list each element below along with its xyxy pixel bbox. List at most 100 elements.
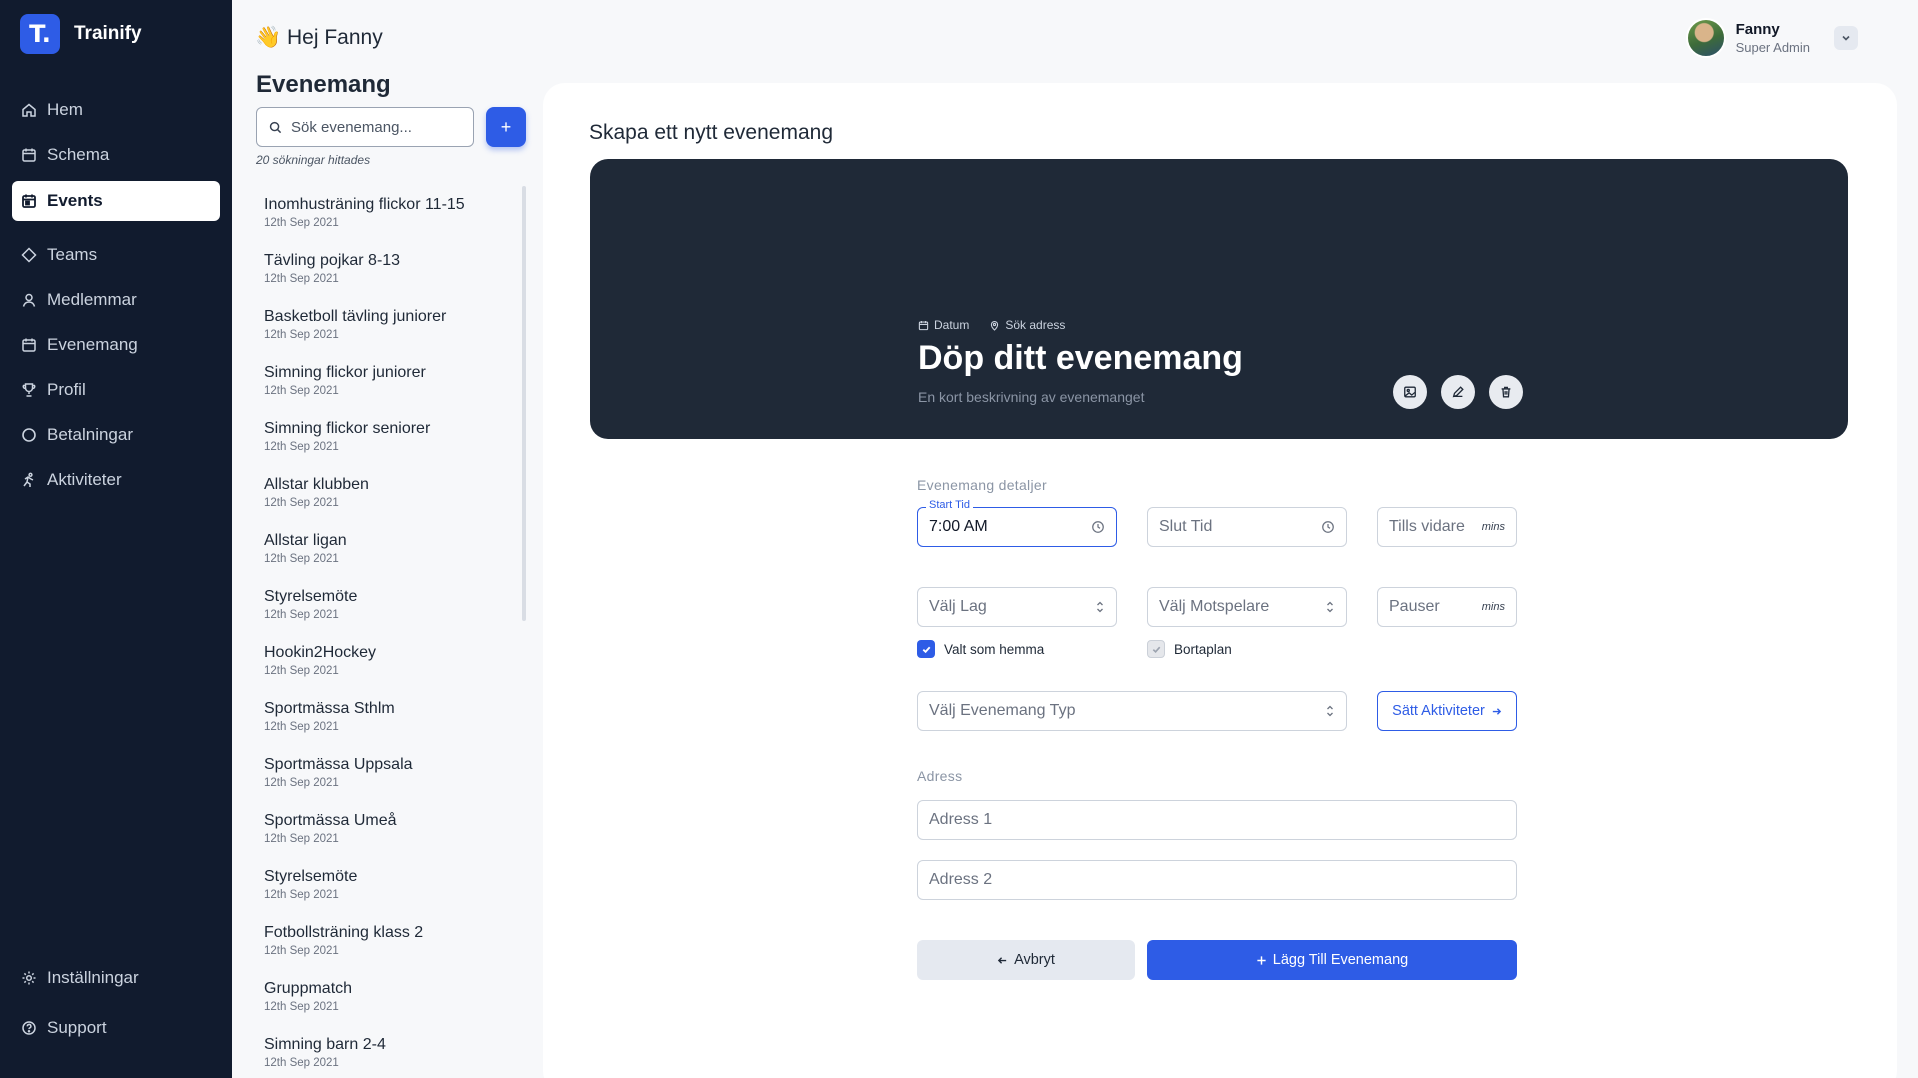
event-type-select[interactable]: Välj Evenemang Typ [917, 691, 1347, 731]
event-item-date: 12th Sep 2021 [264, 945, 339, 957]
event-list-item[interactable]: Simning flickor seniorer 12th Sep 2021 [264, 420, 514, 476]
scrollbar[interactable] [522, 186, 526, 621]
pencil-icon [1452, 386, 1464, 398]
nav-label: Profil [47, 380, 86, 399]
circle-icon [22, 428, 36, 442]
set-activities-button[interactable]: Sätt Aktiviteter [1377, 691, 1517, 731]
event-list-item[interactable]: Styrelsemöte 12th Sep 2021 [264, 868, 514, 924]
event-item-date: 12th Sep 2021 [264, 665, 339, 677]
nav-item-betalningar[interactable]: Betalningar [12, 415, 220, 455]
trash-icon [1501, 386, 1511, 398]
event-item-title: Styrelsemöte [264, 588, 358, 605]
event-list-item[interactable]: Sportmässa Umeå 12th Sep 2021 [264, 812, 514, 868]
events-list-title: Evenemang [256, 71, 391, 98]
event-list-item[interactable]: Hookin2Hockey 12th Sep 2021 [264, 644, 514, 700]
breaks-suffix: mins [1481, 601, 1505, 613]
nav-item-teams[interactable]: Teams [12, 235, 220, 275]
clock-icon [1322, 521, 1334, 533]
duration-field[interactable]: Tills vidare mins [1377, 507, 1517, 547]
event-list-item[interactable]: Gruppmatch 12th Sep 2021 [264, 980, 514, 1036]
add-event-submit-button[interactable]: Lägg Till Evenemang [1147, 940, 1517, 980]
opponent-select[interactable]: Välj Motspelare [1147, 587, 1347, 627]
add-event-button[interactable]: + [486, 107, 526, 147]
event-item-date: 12th Sep 2021 [264, 553, 339, 565]
team-select[interactable]: Välj Lag [917, 587, 1117, 627]
event-item-title: Hookin2Hockey [264, 644, 377, 661]
event-list-item[interactable]: Simning flickor juniorer 12th Sep 2021 [264, 364, 514, 420]
user-menu[interactable]: Fanny Super Admin [1685, 18, 1858, 58]
breaks-field[interactable]: Pauser mins [1377, 587, 1517, 627]
avatar[interactable] [1685, 18, 1726, 58]
nav-label: Events [47, 191, 103, 210]
nav-item-profil[interactable]: Profil [12, 370, 220, 410]
cancel-button[interactable]: Avbryt [917, 940, 1135, 980]
event-description[interactable]: En kort beskrivning av evenemanget [918, 389, 1144, 405]
nav-label: Teams [47, 245, 98, 264]
start-time-field[interactable]: Start Tid 7:00 AM [917, 499, 1117, 547]
nav-item-support[interactable]: Support [12, 1008, 220, 1048]
calendar-icon [22, 338, 36, 352]
help-icon [22, 1021, 36, 1035]
details-section-label: Evenemang detaljer [917, 477, 1047, 493]
address1-field[interactable]: Adress 1 [917, 800, 1517, 840]
start-time-value: 7:00 AM [929, 518, 988, 535]
nav-item-medlemmar[interactable]: Medlemmar [12, 280, 220, 320]
end-time-field[interactable]: Slut Tid [1147, 507, 1347, 547]
nav-item-events[interactable]: Events [12, 181, 220, 221]
nav-item-hem[interactable]: Hem [12, 90, 220, 130]
event-list-item[interactable]: Allstar ligan 12th Sep 2021 [264, 532, 514, 588]
checkbox-checked-icon[interactable] [917, 640, 935, 658]
event-list-item[interactable]: Inomhusträning flickor 11-15 12th Sep 202… [264, 196, 514, 252]
away-checkbox[interactable]: Bortaplan [1147, 640, 1232, 658]
nav-item-evenemang[interactable]: Evenemang [12, 325, 220, 365]
create-event-panel: Skapa ett nytt evenemang Datum Sök adres… [543, 83, 1897, 1078]
checkbox-disabled-icon[interactable] [1147, 640, 1165, 658]
event-item-date: 12th Sep 2021 [264, 777, 339, 789]
banner-address[interactable]: Sök adress [989, 318, 1065, 332]
breaks-placeholder: Pauser [1389, 598, 1440, 615]
event-list-item[interactable]: Basketboll tävling juniorer 12th Sep 2021 [264, 308, 514, 364]
event-list-item[interactable]: Sportmässa Uppsala 12th Sep 2021 [264, 756, 514, 812]
address-section-label: Adress [917, 768, 963, 784]
event-item-date: 12th Sep 2021 [264, 833, 339, 845]
brand[interactable]: T. Trainify [20, 14, 142, 54]
banner-meta: Datum Sök adress [918, 318, 1065, 332]
nav-label: Inställningar [47, 968, 139, 987]
plus-icon [1257, 955, 1266, 965]
event-list-item[interactable]: Styrelsemöte 12th Sep 2021 [264, 588, 514, 644]
event-list-item[interactable]: Sportmässa Sthlm 12th Sep 2021 [264, 700, 514, 756]
arrow-right-icon [1492, 707, 1501, 715]
event-list-item[interactable]: Fotbollsträning klass 2 12th Sep 2021 [264, 924, 514, 980]
select-arrows-icon [1097, 601, 1103, 613]
nav-label: Betalningar [47, 425, 134, 444]
nav-item-schema[interactable]: Schema [12, 135, 220, 175]
nav-label: Support [47, 1018, 107, 1037]
banner-date[interactable]: Datum [918, 318, 969, 332]
home-checkbox[interactable]: Valt som hemma [917, 640, 1044, 658]
change-image-button[interactable] [1393, 375, 1427, 409]
event-item-date: 12th Sep 2021 [264, 385, 339, 397]
arrow-left-icon [997, 956, 1007, 964]
event-item-title: Gruppmatch [264, 980, 353, 997]
nav-label: Hem [47, 100, 83, 119]
delete-banner-button[interactable] [1489, 375, 1523, 409]
event-list-item[interactable]: Simning barn 2-4 12th Sep 2021 [264, 1036, 514, 1078]
search-box[interactable] [256, 107, 474, 147]
calendar-icon [918, 320, 929, 330]
event-name[interactable]: Döp ditt evenemang [918, 339, 1243, 378]
nav-item-aktiviteter[interactable]: Aktiviteter [12, 460, 220, 500]
search-input[interactable] [291, 118, 451, 136]
nav-item-installningar[interactable]: Inställningar [12, 958, 220, 998]
event-list-item[interactable]: Tävling pojkar 8-13 12th Sep 2021 [264, 252, 514, 308]
event-item-title: Basketboll tävling juniorer [264, 308, 447, 325]
home-icon [22, 103, 36, 117]
event-list-item[interactable]: Allstar klubben 12th Sep 2021 [264, 476, 514, 532]
user-role: Super Admin [1735, 40, 1810, 55]
event-item-title: Styrelsemöte [264, 868, 358, 885]
nav-bottom: Inställningar Support [12, 958, 220, 1058]
edit-banner-button[interactable] [1441, 375, 1475, 409]
search-hits-count: 20 sökningar hittades [256, 153, 371, 167]
diamond-icon [21, 247, 37, 263]
address2-field[interactable]: Adress 2 [917, 860, 1517, 900]
user-dropdown-button[interactable] [1834, 26, 1858, 50]
